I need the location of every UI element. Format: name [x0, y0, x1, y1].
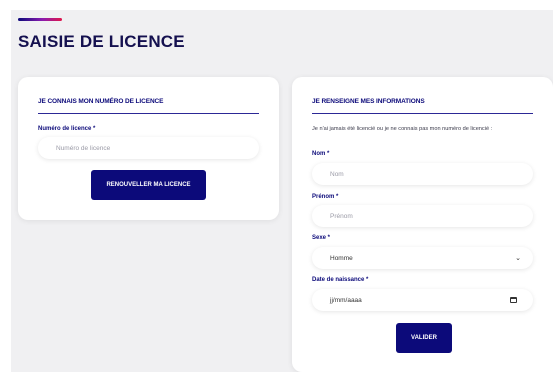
license-number-label: Numéro de licence * — [38, 126, 96, 132]
sexe-selected-value: Homme — [330, 254, 353, 262]
nom-label: Nom * — [312, 151, 330, 157]
sexe-select[interactable]: Homme ⌄ — [312, 247, 533, 269]
nom-input[interactable] — [312, 163, 533, 185]
validate-button[interactable]: VALIDER — [396, 323, 452, 353]
info-help-text: Je n'ai jamais été licencié ou je ne con… — [312, 126, 493, 132]
license-number-card: JE CONNAIS MON NUMÉRO DE LICENCE Numéro … — [18, 77, 279, 220]
dob-label: Date de naissance * — [312, 277, 369, 283]
title-accent-bar — [18, 18, 62, 21]
license-card-heading: JE CONNAIS MON NUMÉRO DE LICENCE — [38, 98, 164, 105]
prenom-input[interactable] — [312, 205, 533, 227]
calendar-icon[interactable] — [510, 297, 517, 303]
license-card-divider — [38, 113, 259, 114]
info-card-heading: JE RENSEIGNE MES INFORMATIONS — [312, 98, 425, 105]
prenom-label: Prénom * — [312, 194, 339, 200]
personal-info-card: JE RENSEIGNE MES INFORMATIONS Je n'ai ja… — [292, 77, 553, 372]
page-title: SAISIE DE LICENCE — [18, 32, 185, 51]
info-card-divider — [312, 113, 533, 114]
license-number-input[interactable] — [38, 137, 259, 159]
dob-input[interactable]: jj/mm/aaaa — [312, 289, 533, 311]
sexe-label: Sexe * — [312, 235, 331, 241]
chevron-down-icon: ⌄ — [515, 255, 521, 262]
dob-placeholder: jj/mm/aaaa — [330, 296, 362, 304]
renew-license-button[interactable]: RENOUVELLER MA LICENCE — [91, 170, 206, 200]
